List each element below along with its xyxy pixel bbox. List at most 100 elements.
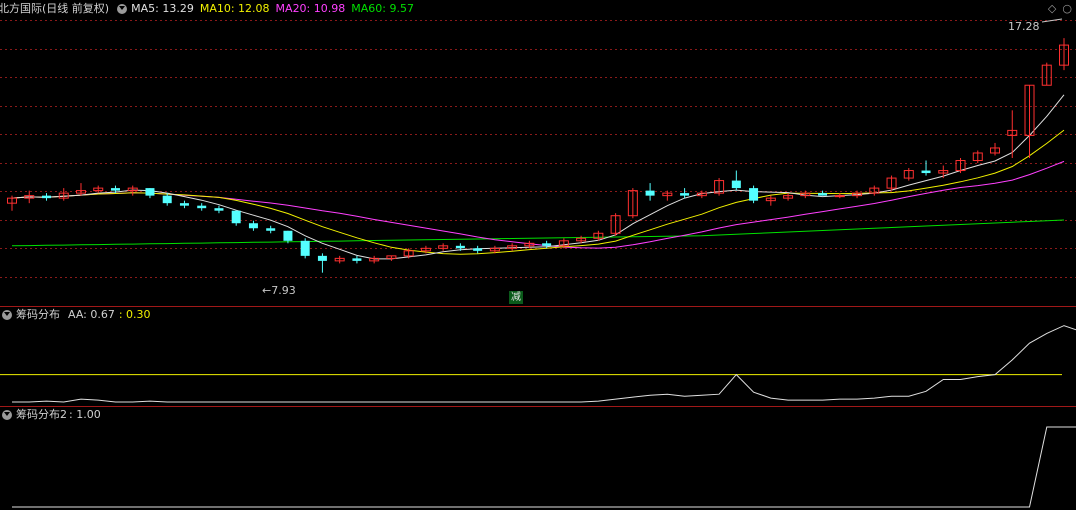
candle-body <box>352 258 362 261</box>
candle-body <box>731 180 741 189</box>
candle <box>317 253 327 273</box>
candle <box>197 203 207 211</box>
candle <box>990 142 1001 156</box>
candle <box>765 195 776 206</box>
candle <box>473 245 483 254</box>
indicator1-panel[interactable]: 筹码分布 AA: 0.67 : 0.30 <box>0 306 1076 406</box>
candle <box>869 185 880 196</box>
indicator2-chart[interactable] <box>0 406 1076 510</box>
ma5-line <box>11 94 1065 260</box>
candle <box>680 188 690 199</box>
candle-body <box>749 188 759 201</box>
diamond-icon[interactable]: ◇ <box>1048 2 1056 15</box>
candle-body <box>145 188 155 196</box>
candle <box>731 170 741 191</box>
indicator1-chart[interactable] <box>0 306 1076 406</box>
candle <box>438 243 449 251</box>
candle-body <box>41 195 51 199</box>
candle <box>58 188 69 201</box>
indicator1-second: : 0.30 <box>118 308 151 321</box>
reduce-marker: 减 <box>509 291 523 304</box>
candle <box>179 200 189 209</box>
candlestick-chart[interactable] <box>0 0 1076 306</box>
candle <box>921 160 931 176</box>
ma10-label: MA10: 12.08 <box>199 2 270 15</box>
ma60-line <box>11 219 1065 247</box>
indicator2-value: : 1.00 <box>69 408 101 421</box>
indicator1-line <box>12 325 1076 403</box>
candle <box>248 220 258 231</box>
candle <box>903 168 914 181</box>
candle-body <box>317 255 327 261</box>
candle-body <box>197 205 207 209</box>
candle <box>645 183 655 201</box>
candle-body <box>300 240 310 256</box>
price-chart-panel[interactable]: 北方国际(日线 前复权) MA5: 13.29 MA10: 12.08 MA20… <box>0 0 1076 306</box>
candle <box>231 210 241 226</box>
settings-dropdown-icon[interactable] <box>117 4 128 14</box>
candle <box>41 193 51 201</box>
candle-body <box>645 190 655 196</box>
circle-icon[interactable]: ○ <box>1062 2 1072 15</box>
candle <box>386 255 397 261</box>
candle-body <box>214 208 224 211</box>
ma20-line <box>11 160 1065 249</box>
high-price-label: 17.28 <box>1008 20 1040 33</box>
candle-body <box>542 243 552 246</box>
candle-body <box>455 245 465 249</box>
candle <box>369 255 380 264</box>
indicator1-dropdown-icon[interactable] <box>2 310 12 320</box>
candle <box>7 195 17 211</box>
ma60-label: MA60: 9.57 <box>351 2 414 15</box>
candle <box>749 185 759 204</box>
candle <box>972 150 983 164</box>
candle <box>75 183 86 196</box>
indicator1-header: 筹码分布 AA: 0.67 : 0.30 <box>0 308 157 322</box>
candle <box>1059 38 1069 71</box>
indicator1-aa: AA: 0.67 <box>68 308 115 321</box>
candle <box>627 188 638 219</box>
candle-body <box>162 195 172 204</box>
candle-body <box>680 193 690 196</box>
ma5-label: MA5: 13.29 <box>131 2 194 15</box>
candle-body <box>283 230 293 241</box>
candle-body <box>179 203 189 206</box>
indicator2-header: 筹码分布2 : 1.00 <box>0 408 107 422</box>
candle <box>300 238 310 259</box>
candle-body <box>248 223 258 229</box>
candle <box>214 205 224 214</box>
low-price-label: ←7.93 <box>262 284 296 297</box>
candle <box>938 165 949 179</box>
candle <box>352 255 362 264</box>
ma10-line <box>11 129 1065 255</box>
indicator2-dropdown-icon[interactable] <box>2 410 12 420</box>
candle-body <box>818 193 828 196</box>
candle <box>783 193 794 201</box>
candle <box>955 158 966 174</box>
candle <box>127 185 138 196</box>
candle-body <box>231 210 241 224</box>
candle <box>145 188 155 199</box>
candle-body <box>921 170 931 174</box>
candle <box>266 225 276 234</box>
candle <box>334 255 345 264</box>
corner-icons: ◇ ○ <box>1042 2 1072 15</box>
ma20-label: MA20: 10.98 <box>275 2 346 15</box>
candle <box>1024 84 1035 158</box>
candle <box>662 190 673 201</box>
candle <box>162 193 172 206</box>
candle <box>1041 62 1052 86</box>
price-chart-header: 北方国际(日线 前复权) MA5: 13.29 MA10: 12.08 MA20… <box>0 2 420 16</box>
candle <box>886 175 897 191</box>
stock-title: 北方国际(日线 前复权) <box>0 2 110 15</box>
indicator2-name: 筹码分布2 <box>16 408 67 421</box>
candle-body <box>834 195 845 198</box>
candle-body <box>110 188 120 191</box>
candle <box>507 243 518 251</box>
candle-body <box>266 228 276 231</box>
candle-body <box>473 248 483 251</box>
indicator2-panel[interactable]: 筹码分布2 : 1.00 <box>0 406 1076 510</box>
indicator2-line <box>12 426 1076 508</box>
candle <box>714 178 725 196</box>
indicator1-name: 筹码分布 <box>16 308 60 321</box>
